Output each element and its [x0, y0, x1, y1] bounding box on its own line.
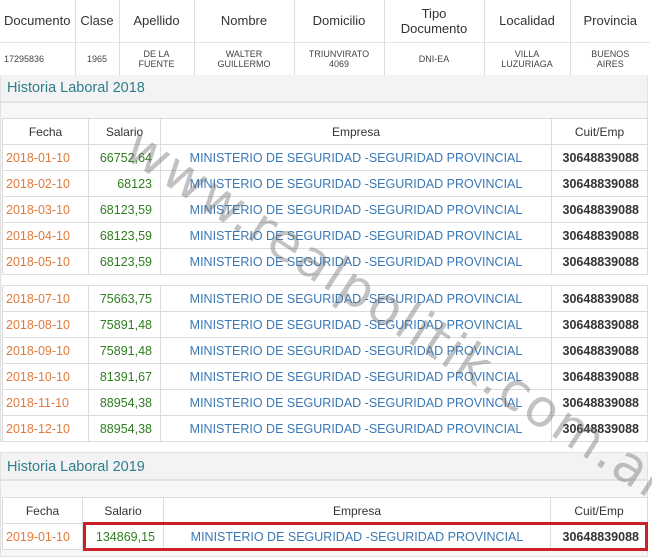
column-header-salario: Salario: [82, 497, 164, 524]
header-tipo-documento: Tipo Documento: [384, 0, 485, 43]
cell-empresa: MINISTERIO DE SEGURIDAD -SEGURIDAD PROVI…: [160, 170, 552, 197]
cell-salario: 68123,59: [88, 248, 161, 275]
table-row: 2018-09-10 75891,48 MINISTERIO DE SEGURIDA…: [2, 337, 648, 364]
table-row: 2018-03-10 68123,59 MINISTERIO DE SEGURIDA…: [2, 196, 648, 223]
table-row: 2018-02-10 68123 MINISTERIO DE SEGURIDAD -…: [2, 170, 648, 197]
cell-empresa: MINISTERIO DE SEGURIDAD -SEGURIDAD PROVI…: [163, 523, 551, 550]
cell-salario: 68123: [88, 170, 161, 197]
header-nombre: Nombre: [194, 0, 295, 43]
person-table: Documento Clase Apellido Nombre Domicili…: [0, 0, 650, 75]
cell-fecha: 2018-09-10: [2, 337, 89, 364]
table-row: 2018-01-10 66752,64 MINISTERIO DE SEGURIDA…: [2, 144, 648, 171]
cell-empresa: MINISTERIO DE SEGURIDAD -SEGURIDAD PROVI…: [160, 415, 552, 442]
cell-empresa: MINISTERIO DE SEGURIDAD -SEGURIDAD PROVI…: [160, 389, 552, 416]
cell-cuit: 30648839088: [551, 389, 648, 416]
column-header-fecha: Fecha: [2, 497, 83, 524]
column-header-salario: Salario: [88, 118, 161, 145]
column-header-cuit: Cuit/Emp: [551, 118, 648, 145]
cell-empresa: MINISTERIO DE SEGURIDAD -SEGURIDAD PROVI…: [160, 222, 552, 249]
person-header-row: Documento Clase Apellido Nombre Domicili…: [0, 0, 650, 43]
column-header-fecha: Fecha: [2, 118, 89, 145]
header-domicilio: Domicilio: [294, 0, 385, 43]
table-row: 2019-01-10 134869,15 MINISTERIO DE SEGURID…: [2, 523, 648, 550]
cell-empresa: MINISTERIO DE SEGURIDAD -SEGURIDAD PROVI…: [160, 196, 552, 223]
cell-cuit: 30648839088: [550, 523, 648, 550]
cell-salario: 66752,64: [88, 144, 161, 171]
cell-fecha: 2018-05-10: [2, 248, 89, 275]
cell-cuit: 30648839088: [551, 285, 648, 312]
cell-fecha: 2018-04-10: [2, 222, 89, 249]
cell-cuit: 30648839088: [551, 337, 648, 364]
table-header-row: Fecha Salario Empresa Cuit/Emp: [2, 497, 648, 524]
table-row: 2018-08-10 75891,48 MINISTERIO DE SEGURIDA…: [2, 311, 648, 338]
cell-cuit: 30648839088: [551, 170, 648, 197]
section-title-2019: Historia Laboral 2019: [0, 452, 648, 480]
cell-cuit: 30648839088: [551, 196, 648, 223]
value-tipo-documento: DNI-EA: [384, 42, 485, 75]
cell-fecha: 2018-03-10: [2, 196, 89, 223]
value-clase: 1965: [75, 42, 120, 75]
cell-salario: 88954,38: [88, 415, 161, 442]
cell-salario: 75891,48: [88, 337, 161, 364]
cell-cuit: 30648839088: [551, 248, 648, 275]
table-row: 2018-07-10 75663,75 MINISTERIO DE SEGURIDA…: [2, 285, 648, 312]
value-documento: 17295836: [0, 42, 76, 75]
header-localidad: Localidad: [484, 0, 571, 43]
header-apellido: Apellido: [119, 0, 195, 43]
value-domicilio: TRIUNVIRATO 4069: [294, 42, 385, 75]
row-gap-cell: [2, 274, 648, 286]
cell-fecha: 2018-10-10: [2, 363, 89, 390]
column-header-cuit: Cuit/Emp: [550, 497, 648, 524]
table-header-row: Fecha Salario Empresa Cuit/Emp: [2, 118, 648, 145]
value-provincia: BUENOS AIRES: [591, 48, 630, 69]
value-nombre: WALTER GUILLERMO: [194, 42, 295, 75]
cell-fecha: 2018-02-10: [2, 170, 89, 197]
cell-cuit: 30648839088: [551, 415, 648, 442]
cell-salario: 68123,59: [88, 222, 161, 249]
table-row: 2018-12-10 88954,38 MINISTERIO DE SEGURIDA…: [2, 415, 648, 442]
section-title-2018: Historia Laboral 2018: [0, 75, 648, 102]
table-row: 2018-05-10 68123,59 MINISTERIO DE SEGURIDA…: [2, 248, 648, 275]
work-history-table-2018: Fecha Salario Empresa Cuit/Emp 2018-01-1…: [2, 118, 648, 442]
cell-empresa: MINISTERIO DE SEGURIDAD -SEGURIDAD PROVI…: [160, 311, 552, 338]
value-localidad: VILLA LUZURIAGA: [484, 42, 571, 75]
cell-salario: 134869,15: [82, 523, 164, 550]
cell-cuit: 30648839088: [551, 144, 648, 171]
cell-salario: 75891,48: [88, 311, 161, 338]
header-documento: Documento: [0, 0, 76, 43]
cell-cuit: 30648839088: [551, 363, 648, 390]
cell-salario: 81391,67: [88, 363, 161, 390]
cell-empresa: MINISTERIO DE SEGURIDAD -SEGURIDAD PROVI…: [160, 285, 552, 312]
cell-fecha: 2018-01-10: [2, 144, 89, 171]
cell-fecha: 2018-08-10: [2, 311, 89, 338]
cell-empresa: MINISTERIO DE SEGURIDAD -SEGURIDAD PROVI…: [160, 363, 552, 390]
cell-cuit: 30648839088: [551, 222, 648, 249]
table-row: 2018-04-10 68123,59 MINISTERIO DE SEGURIDA…: [2, 222, 648, 249]
cell-salario: 88954,38: [88, 389, 161, 416]
column-header-empresa: Empresa: [163, 497, 551, 524]
cell-empresa: MINISTERIO DE SEGURIDAD -SEGURIDAD PROVI…: [160, 337, 552, 364]
column-header-empresa: Empresa: [160, 118, 552, 145]
table-body-2019: 2019-01-10 134869,15 MINISTERIO DE SEGURID…: [2, 523, 648, 550]
header-provincia: Provincia: [570, 0, 650, 43]
cell-fecha: 2018-11-10: [2, 389, 89, 416]
cell-salario: 68123,59: [88, 196, 161, 223]
header-clase: Clase: [75, 0, 120, 43]
cell-salario: 75663,75: [88, 285, 161, 312]
table-row: 2018-10-10 81391,67 MINISTERIO DE SEGURIDA…: [2, 363, 648, 390]
value-apellido: DE LA FUENTE: [119, 42, 195, 75]
row-gap: [2, 274, 648, 286]
cell-fecha: 2018-07-10: [2, 285, 89, 312]
cell-cuit: 30648839088: [551, 311, 648, 338]
cell-empresa: MINISTERIO DE SEGURIDAD -SEGURIDAD PROVI…: [160, 144, 552, 171]
cell-fecha: 2019-01-10: [2, 523, 83, 550]
table-row: 2018-11-10 88954,38 MINISTERIO DE SEGURIDA…: [2, 389, 648, 416]
person-value-row: 17295836 1965 DE LA FUENTE WALTER GUILLE…: [0, 42, 650, 75]
cell-empresa: MINISTERIO DE SEGURIDAD -SEGURIDAD PROVI…: [160, 248, 552, 275]
cell-fecha: 2018-12-10: [2, 415, 89, 442]
table-body-2018: 2018-01-10 66752,64 MINISTERIO DE SEGURIDA…: [2, 144, 648, 442]
work-history-table-2019: Fecha Salario Empresa Cuit/Emp 2019-01-1…: [2, 497, 648, 550]
